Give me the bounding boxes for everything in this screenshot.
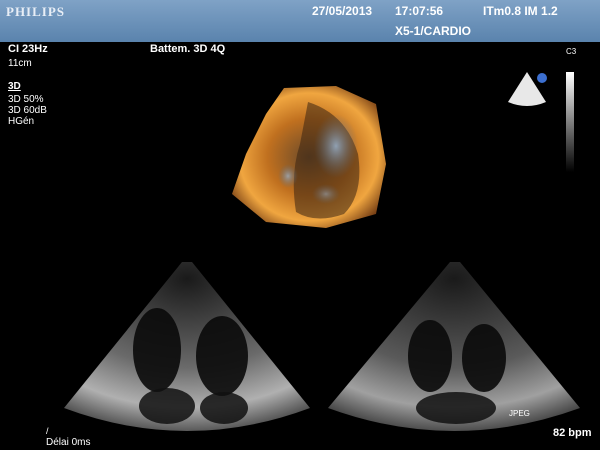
jpeg-label: JPEG (509, 409, 530, 418)
probe-preset: X5-1/CARDIO (395, 24, 472, 38)
sector-view-right[interactable] (326, 258, 582, 444)
colormap-label: C3 (566, 47, 577, 56)
marker-slash: / (46, 426, 49, 436)
preset-title: Battem. 3D 4Q (150, 43, 226, 55)
probe-orientation-icon (508, 72, 547, 106)
depth: 11cm (8, 58, 32, 69)
frame-rate: CI 23Hz (8, 43, 48, 55)
heart-rate: 82 bpm (553, 427, 592, 439)
volume-render-3d[interactable] (226, 84, 390, 230)
grayscale-bar (566, 72, 574, 172)
header-bar: PHILIPS 27/05/2013 17:07:56 ITm0.8 IM 1.… (0, 0, 600, 42)
exam-time: 17:07:56 (395, 4, 444, 18)
exam-date: 27/05/2013 (312, 4, 373, 18)
brand-logo: PHILIPS (6, 4, 66, 19)
setting-gain: 3D 50% (8, 94, 44, 105)
sector-view-left[interactable] (62, 258, 312, 444)
trigger-delay: Délai 0ms (46, 437, 91, 448)
thermal-mechanical-index: ITm0.8 IM 1.2 (483, 4, 558, 18)
mode-label: 3D (8, 81, 21, 92)
setting-frequency: HGén (8, 116, 35, 127)
setting-dynamic-range: 3D 60dB (8, 105, 47, 116)
